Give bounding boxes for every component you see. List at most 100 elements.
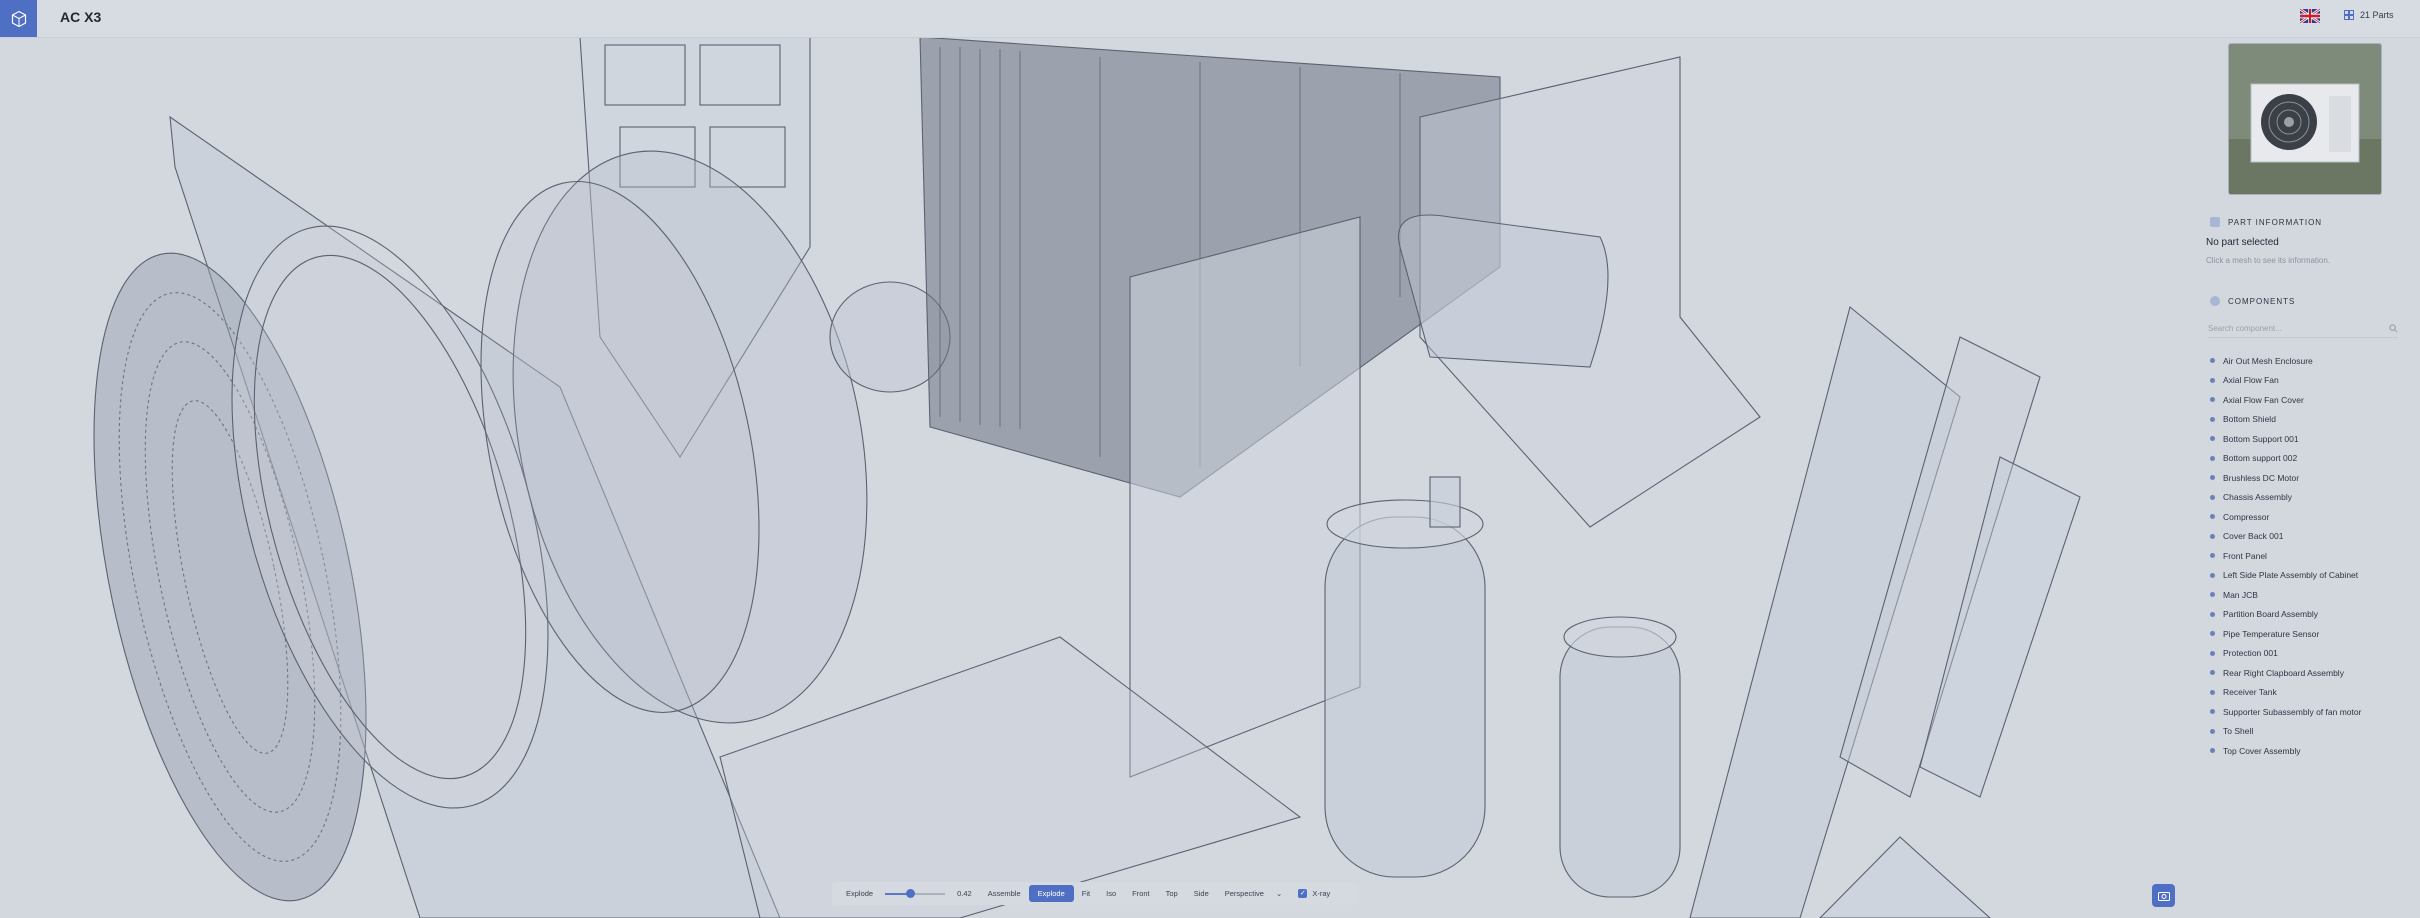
fit-button[interactable]: Fit [1074,889,1098,898]
chevron-down-icon: ⌄ [1276,889,1283,898]
search-placeholder: Search component... [2208,324,2282,333]
component-item[interactable]: Axial Flow Fan [2210,371,2361,391]
layers-icon [2210,296,2220,306]
bullet-icon [2210,455,2215,461]
component-item[interactable]: Rear Right Clapboard Assembly [2210,663,2361,683]
component-label: Cover Back 001 [2223,531,2284,542]
uk-flag-icon[interactable] [2300,9,2320,23]
cube-icon [11,10,26,27]
explode-button[interactable]: Explode [1028,885,1074,902]
component-search-input[interactable]: Search component... [2208,320,2398,338]
component-label: Left Side Plate Assembly of Cabinet [2223,570,2359,581]
component-item[interactable]: Top Cover Assembly [2210,741,2361,761]
bullet-icon [2210,475,2215,481]
xray-label: X-ray [1312,888,1331,898]
bullet-icon [2210,416,2215,422]
component-item[interactable]: Axial Flow Fan Cover [2210,390,2361,410]
component-item[interactable]: Cover Back 001 [2210,527,2361,547]
parts-count-label: 21 Parts [2360,10,2394,20]
bullet-icon [2210,358,2215,364]
part-status: No part selected [2206,237,2279,248]
side-view-button[interactable]: Side [1186,889,1217,898]
component-item[interactable]: Chassis Assembly [2210,488,2361,508]
bullet-icon [2210,611,2215,617]
component-label: Receiver Tank [2223,687,2277,698]
3d-viewport[interactable] [0,37,2200,918]
app-title: AC X3 [60,9,102,25]
bullet-icon [2210,728,2215,734]
component-label: Axial Flow Fan [2223,375,2279,386]
component-item[interactable]: Receiver Tank [2210,683,2361,703]
projection-select[interactable]: Perspective ⌄ [1217,889,1291,898]
component-item[interactable]: Left Side Plate Assembly of Cabinet [2210,566,2361,586]
app-logo[interactable] [0,0,37,37]
component-label: Axial Flow Fan Cover [2223,394,2304,405]
slider-handle[interactable] [906,888,916,898]
bullet-icon [2210,670,2215,676]
camera-icon [2157,891,2170,901]
exploded-ac-model[interactable] [0,37,2200,918]
bullet-icon [2210,592,2215,598]
component-item[interactable]: Bottom support 002 [2210,449,2361,469]
product-thumbnail [2228,43,2382,195]
component-label: Supporter Subassembly of fan motor [2223,706,2362,717]
parts-count-button[interactable]: 21 Parts [2344,10,2394,20]
screenshot-button[interactable] [2152,884,2175,907]
explode-value: 0.42 [957,889,972,898]
components-title: COMPONENTS [2228,296,2296,306]
bullet-icon [2210,377,2215,383]
component-item[interactable]: To Shell [2210,722,2361,742]
explode-slider[interactable] [885,888,946,900]
component-label: Man JCB [2223,589,2258,600]
component-item[interactable]: Front Panel [2210,546,2361,566]
explode-slider-label: Explode [846,889,874,898]
component-item[interactable]: Supporter Subassembly of fan motor [2210,702,2361,722]
part-information-header: PART INFORMATION [2210,217,2322,227]
bullet-icon [2210,494,2215,500]
component-label: Protection 001 [2223,648,2278,659]
component-item[interactable]: Compressor [2210,507,2361,527]
component-label: Bottom Shield [2223,414,2276,425]
component-item[interactable]: Bottom Shield [2210,410,2361,430]
bullet-icon [2210,650,2215,656]
component-item[interactable]: Partition Board Assembly [2210,605,2361,625]
pipe-mesh [1398,214,1609,368]
top-view-button[interactable]: Top [1158,889,1186,898]
component-list: Air Out Mesh Enclosure Axial Flow Fan Axia… [2210,351,2361,761]
component-label: Partition Board Assembly [2223,609,2318,620]
component-item[interactable]: Bottom Support 001 [2210,429,2361,449]
bullet-icon [2210,533,2215,539]
xray-toggle[interactable]: ✓ X-ray [1290,889,1338,899]
bullet-icon [2210,748,2215,754]
component-label: Chassis Assembly [2223,492,2292,503]
bullet-icon [2210,514,2215,520]
front-view-button[interactable]: Front [1124,889,1158,898]
components-header: COMPONENTS [2210,296,2295,306]
iso-view-button[interactable]: Iso [1098,889,1124,898]
component-label: Bottom Support 001 [2223,433,2299,444]
component-label: Pipe Temperature Sensor [2223,628,2320,639]
right-panel: PART INFORMATION No part selected Click … [2200,37,2420,918]
bullet-icon [2210,709,2215,715]
part-hint: Click a mesh to see its information. [2206,256,2331,265]
component-label: Air Out Mesh Enclosure [2223,355,2313,366]
component-item[interactable]: Man JCB [2210,585,2361,605]
component-item[interactable]: Protection 001 [2210,644,2361,664]
component-label: Rear Right Clapboard Assembly [2223,667,2344,678]
bullet-icon [2210,631,2215,637]
component-label: Brushless DC Motor [2223,472,2300,483]
top-bar: AC X3 21 Parts [0,0,2420,38]
grid-icon [2344,10,2354,20]
compressor-mesh [1324,516,1486,878]
projection-value: Perspective [1224,889,1264,898]
bullet-icon [2210,397,2215,403]
component-item[interactable]: Pipe Temperature Sensor [2210,624,2361,644]
view-toolbar: Explode 0.42 Assemble Explode Fit Iso Fr… [832,882,1356,905]
component-item[interactable]: Brushless DC Motor [2210,468,2361,488]
component-item[interactable]: Air Out Mesh Enclosure [2210,351,2361,371]
component-label: Bottom support 002 [2223,453,2298,464]
assemble-button[interactable]: Assemble [980,889,1029,898]
bullet-icon [2210,572,2215,578]
bullet-icon [2210,436,2215,442]
bullet-icon [2210,689,2215,695]
